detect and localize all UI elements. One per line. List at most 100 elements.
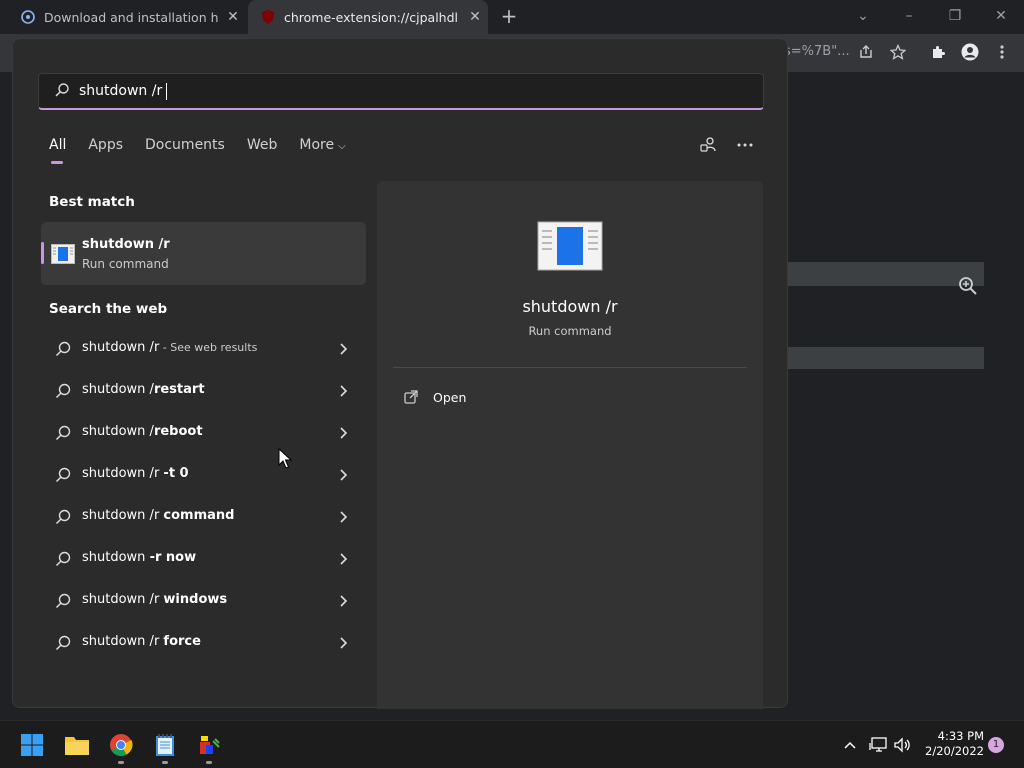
browser-tab-help[interactable]: Download and installation help ✕ (10, 0, 246, 34)
web-result-row[interactable]: shutdown /r windows (41, 581, 366, 621)
filter-all[interactable]: All (49, 137, 66, 164)
network-icon[interactable] (868, 735, 888, 755)
start-search-flyout: shutdown /r All Apps Documents Web More ⌵… (12, 38, 788, 709)
web-result-row[interactable]: shutdown /restart (41, 371, 366, 411)
search-query-text: shutdown /r (79, 83, 163, 99)
text-caret (166, 82, 168, 100)
result-preview-pane: shutdown /r Run command Open (377, 181, 763, 709)
tab-title: Download and installation help (44, 9, 219, 25)
notepad-icon[interactable] (151, 731, 179, 759)
start-windows-icon[interactable] (18, 731, 46, 759)
chevron-right-icon (337, 509, 349, 523)
web-result-row[interactable]: shutdown /r -t 0 (41, 455, 366, 495)
bookmark-star-icon[interactable] (888, 42, 908, 62)
web-result-row[interactable]: shutdown /r command (41, 497, 366, 537)
share-icon[interactable] (856, 42, 876, 62)
search-icon (55, 551, 71, 567)
browser-tab-strip: Download and installation help ✕ chrome-… (0, 0, 1024, 34)
preview-subtitle: Run command (528, 324, 612, 338)
web-result-row[interactable]: shutdown /r - See web results (41, 329, 366, 369)
chrome-icon[interactable] (107, 731, 135, 759)
extensions-puzzle-icon[interactable] (928, 42, 948, 62)
web-result-label: shutdown /reboot (82, 424, 203, 439)
chevron-right-icon (337, 467, 349, 481)
search-icon (55, 425, 71, 441)
filter-more-label: More (299, 137, 335, 153)
chevron-right-icon (337, 635, 349, 649)
best-match-title: shutdown /r (82, 237, 170, 252)
web-result-row[interactable]: shutdown -r now (41, 539, 366, 579)
ublock-favicon-icon (260, 9, 276, 25)
zoom-in-icon[interactable] (958, 276, 978, 296)
chevron-down-icon: ⌵ (338, 141, 346, 152)
chevron-right-icon (337, 551, 349, 565)
web-result-label: shutdown -r now (82, 550, 197, 565)
run-command-large-icon (537, 221, 603, 271)
clock-time: 4:33 PM (937, 729, 984, 743)
chevron-right-icon (337, 341, 349, 355)
search-filter-tabs: All Apps Documents Web More ⌵ (49, 137, 368, 164)
web-result-label: shutdown /restart (82, 382, 205, 397)
browser-menu-icon[interactable] (992, 42, 1012, 62)
mouse-pointer-icon (278, 447, 293, 470)
search-icon (55, 341, 71, 357)
web-result-label: shutdown /r command (82, 508, 235, 523)
web-result-label: shutdown /r - See web results (82, 340, 258, 355)
browser-tab-extension[interactable]: chrome-extension://cjpalhdlnbpafiamejdnh… (248, 0, 488, 34)
filter-web[interactable]: Web (247, 137, 278, 157)
search-icon (55, 467, 71, 483)
divider (393, 367, 747, 368)
best-match-subtitle: Run command (82, 257, 169, 271)
open-label: Open (433, 389, 467, 405)
search-icon (55, 383, 71, 399)
run-command-icon (51, 244, 75, 264)
running-indicator (206, 761, 212, 764)
open-external-icon (403, 389, 419, 405)
search-icon (55, 635, 71, 651)
filter-documents[interactable]: Documents (145, 137, 225, 157)
notification-badge[interactable]: 1 (988, 737, 1004, 753)
web-result-label: shutdown /r force (82, 634, 201, 649)
chevron-right-icon (337, 425, 349, 439)
filter-more[interactable]: More ⌵ (299, 137, 345, 157)
new-tab-icon[interactable]: + (498, 6, 520, 28)
account-switch-icon[interactable] (699, 135, 719, 155)
search-input[interactable]: shutdown /r (38, 73, 764, 110)
filter-apps[interactable]: Apps (88, 137, 123, 157)
close-tab-icon[interactable]: ✕ (468, 10, 482, 24)
file-explorer-icon[interactable] (63, 731, 91, 759)
windows-taskbar: 4:33 PM 2/20/2022 1 (0, 720, 1024, 768)
search-web-heading: Search the web (49, 301, 168, 317)
web-result-row[interactable]: shutdown /r force (41, 623, 366, 663)
address-bar-text[interactable]: s=%7B"... (784, 44, 850, 59)
web-result-label: shutdown /r -t 0 (82, 466, 189, 481)
volume-icon[interactable] (892, 735, 912, 755)
system-clock[interactable]: 4:33 PM 2/20/2022 (918, 729, 984, 759)
profile-avatar-icon[interactable] (960, 42, 980, 62)
show-hidden-icons-chevron-up-icon[interactable] (840, 735, 860, 755)
chevron-right-icon (337, 383, 349, 397)
clock-date: 2/20/2022 (925, 744, 984, 758)
search-icon (55, 82, 69, 101)
help-favicon-icon (20, 9, 36, 25)
web-result-row[interactable]: shutdown /reboot (41, 413, 366, 453)
preview-title: shutdown /r (522, 297, 618, 316)
tab-search-icon[interactable]: ⌄ (852, 6, 874, 28)
close-tab-icon[interactable]: ✕ (226, 10, 240, 24)
minimize-icon[interactable]: – (898, 6, 920, 28)
chevron-right-icon (337, 593, 349, 607)
search-icon (55, 509, 71, 525)
web-result-label: shutdown /r windows (82, 592, 228, 607)
close-window-icon[interactable]: ✕ (990, 6, 1012, 28)
page-bar (788, 347, 984, 369)
open-action[interactable]: Open (403, 387, 466, 407)
best-match-result[interactable]: shutdown /r Run command (41, 222, 366, 285)
tab-title: chrome-extension://cjpalhdlnbpafiamejdnh… (284, 9, 459, 25)
search-icon (55, 593, 71, 609)
restore-icon[interactable]: ❐ (944, 6, 966, 28)
page-bar (788, 262, 984, 286)
running-indicator (162, 761, 168, 764)
more-options-icon[interactable] (735, 135, 755, 155)
running-indicator (118, 761, 124, 764)
paint-app-icon[interactable] (195, 731, 223, 759)
